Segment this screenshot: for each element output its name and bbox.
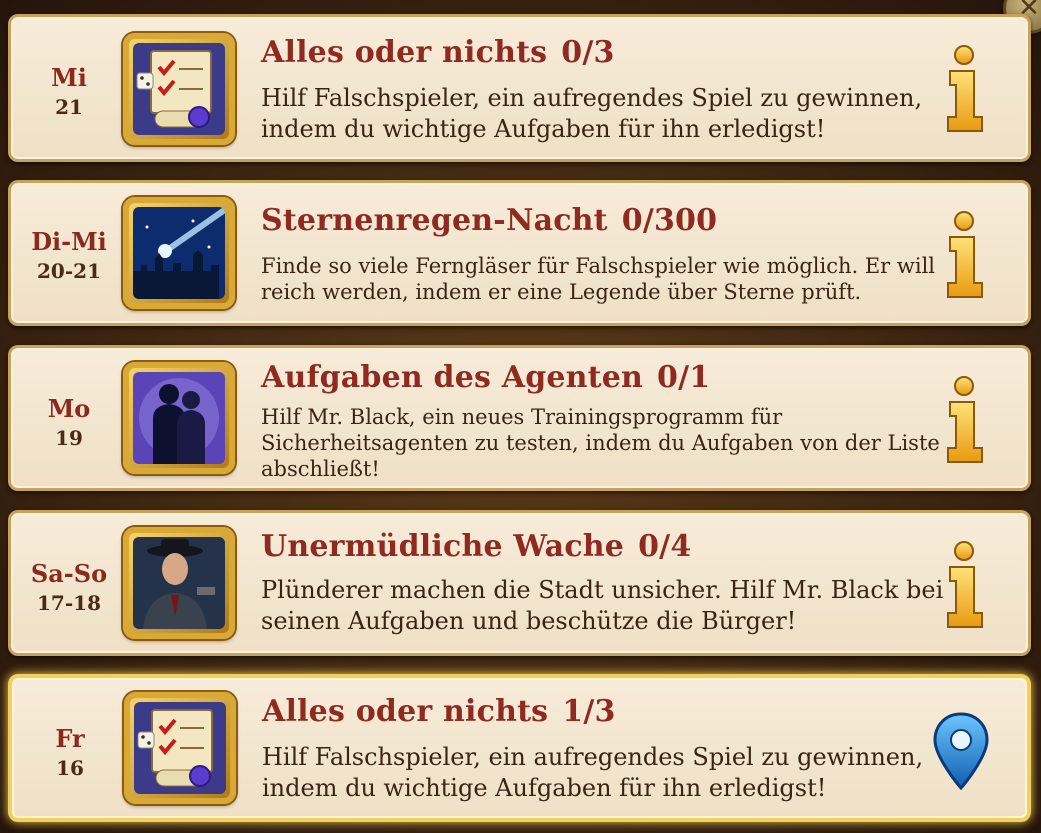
event-card[interactable]: Mo 19 Aufgaben des Agenten 0/1 Hilf Mr. B… — [8, 345, 1031, 491]
event-progress: 1/3 — [562, 694, 616, 729]
event-description: Finde so viele Ferngläser für Falschspie… — [261, 254, 935, 304]
event-title: Sternenregen-Nacht 0/300 — [261, 203, 717, 238]
event-day: Di-Mi — [31, 227, 107, 256]
event-day: Mo — [47, 394, 91, 423]
event-description: Hilf Falschspieler, ein aufregendes Spie… — [262, 743, 924, 802]
info-icon[interactable] — [942, 376, 988, 466]
info-icon[interactable] — [942, 211, 988, 301]
event-day: Fr — [55, 724, 85, 753]
event-date-number: 20-21 — [37, 259, 101, 283]
event-card[interactable]: Mi 21 Alles oder nichts 0/3 Hilf Falschsp… — [8, 14, 1031, 162]
event-card[interactable]: Sa-So 17-18 Unermüdliche Wache 0/4 Plünde… — [8, 510, 1031, 656]
event-title: Alles oder nichts 0/3 — [261, 35, 615, 70]
map-pin-icon[interactable] — [931, 712, 991, 792]
info-icon[interactable] — [942, 45, 988, 135]
event-title-text: Alles oder nichts — [261, 35, 548, 70]
shooting-star-icon — [123, 197, 235, 309]
event-description: Hilf Mr. Black, ein neues Trainingsprogr… — [261, 405, 940, 481]
event-date-number: 16 — [56, 756, 84, 780]
event-date: Mo 19 — [21, 394, 117, 452]
event-title-text: Sternenregen-Nacht — [261, 203, 608, 238]
event-date: Sa-So 17-18 — [21, 559, 117, 617]
info-icon[interactable] — [942, 541, 988, 631]
event-progress: 0/4 — [638, 529, 692, 564]
event-date: Mi 21 — [21, 63, 117, 121]
event-day: Sa-So — [30, 559, 108, 588]
event-title: Unermüdliche Wache 0/4 — [261, 529, 691, 564]
scroll-checklist-icon — [123, 33, 235, 145]
event-progress: 0/1 — [657, 360, 711, 395]
detective-portrait-icon — [123, 527, 235, 639]
event-date: Fr 16 — [22, 724, 118, 782]
event-card-active[interactable]: Fr 16 Alles oder nichts 1/3 Hilf Falschsp… — [8, 674, 1031, 822]
event-title-text: Unermüdliche Wache — [261, 529, 625, 564]
event-date-number: 21 — [55, 95, 83, 119]
event-title: Aufgaben des Agenten 0/1 — [261, 360, 710, 395]
scroll-checklist-icon — [124, 692, 236, 804]
event-day: Mi — [51, 63, 87, 92]
event-title-text: Alles oder nichts — [262, 694, 549, 729]
event-progress: 0/300 — [621, 203, 718, 238]
event-title-text: Aufgaben des Agenten — [261, 360, 644, 395]
event-progress: 0/3 — [561, 35, 615, 70]
event-title: Alles oder nichts 1/3 — [262, 694, 616, 729]
event-description: Hilf Falschspieler, ein aufregendes Spie… — [261, 84, 923, 143]
event-date-number: 17-18 — [37, 591, 101, 615]
event-card[interactable]: Di-Mi 20-21 Sternenregen-Nacht 0/300 Find… — [8, 180, 1031, 326]
agents-silhouette-icon — [123, 362, 235, 474]
event-date-number: 19 — [55, 426, 83, 450]
event-description: Plünderer machen die Stadt unsicher. Hil… — [261, 576, 944, 635]
event-date: Di-Mi 20-21 — [21, 227, 117, 285]
